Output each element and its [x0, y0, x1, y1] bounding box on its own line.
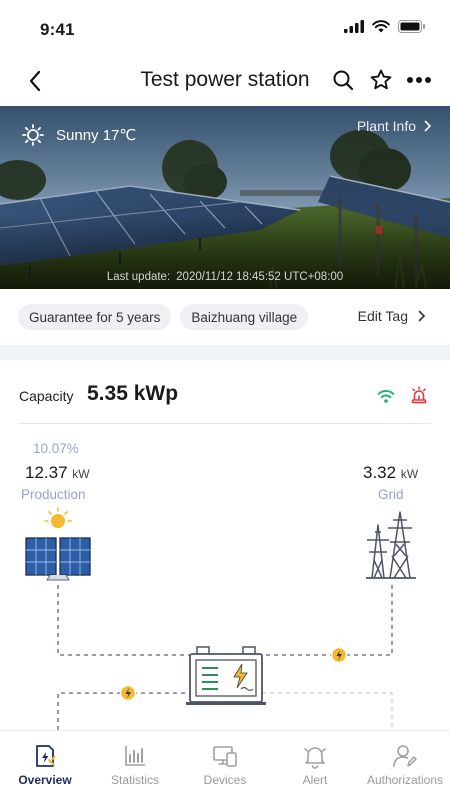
production-number: 12.37: [25, 463, 68, 482]
transmission-tower-icon: [366, 511, 416, 579]
section-separator: [0, 345, 450, 360]
statistics-icon: [125, 746, 145, 766]
tab-alert[interactable]: Alert: [270, 731, 360, 800]
tab-devices[interactable]: Devices: [180, 731, 270, 800]
cellular-signal-icon: [344, 20, 364, 33]
last-update-label: Last update:: [106, 271, 171, 283]
last-update-text: Last update: 2020/11/12 18:45:52 UTC+08:0…: [0, 271, 450, 283]
devices-icon: [213, 746, 237, 767]
battery-icon: [398, 20, 425, 33]
capacity-row: Capacity 5.35 kWp: [0, 360, 450, 426]
search-button[interactable]: [330, 67, 356, 93]
production-value: 12.37 kW: [25, 463, 90, 483]
flow-line-idle: [262, 692, 393, 730]
chevron-right-icon: [418, 310, 426, 322]
overview-icon: [36, 745, 56, 767]
production-unit: kW: [72, 467, 90, 481]
authorizations-icon: [393, 745, 417, 767]
tab-overview[interactable]: Overview: [0, 731, 90, 800]
edit-tag-button[interactable]: Edit Tag: [358, 308, 426, 324]
more-button[interactable]: [406, 67, 432, 93]
alert-bell-icon: [304, 747, 326, 769]
wifi-status-icon: [372, 20, 390, 33]
more-dots-icon: [407, 77, 431, 83]
tab-authorizations-label: Authorizations: [366, 773, 444, 787]
edit-tag-label: Edit Tag: [357, 308, 408, 324]
chevron-left-icon: [29, 70, 41, 92]
divider: [19, 423, 431, 424]
status-time: 9:41: [40, 20, 75, 39]
capacity-value: 5.35 kWp: [87, 382, 179, 405]
page-title: Test power station: [140, 68, 310, 91]
tab-statistics-label: Statistics: [110, 773, 159, 787]
tab-statistics[interactable]: Statistics: [90, 731, 180, 800]
production-percent: 10.07%: [33, 441, 79, 456]
last-update-value: 2020/11/12 18:45:52 UTC+08:00: [176, 271, 344, 283]
status-bar: 9:41: [0, 0, 450, 56]
header-actions: [330, 67, 432, 93]
wifi-online-icon[interactable]: [376, 388, 396, 403]
status-icons: [344, 20, 426, 33]
sun-weather-icon: [22, 124, 44, 146]
energy-flow-dot-icon: [330, 646, 348, 664]
navigation-bar: Test power station: [0, 56, 450, 106]
inverter-icon[interactable]: [186, 646, 266, 705]
tab-authorizations[interactable]: Authorizations: [360, 731, 450, 800]
weather-widget: Sunny 17℃: [22, 124, 136, 146]
grid-value: 3.32 kW: [363, 463, 418, 483]
tab-overview-label: Overview: [18, 773, 72, 787]
grid-unit: kW: [400, 467, 419, 481]
tag-chip[interactable]: Baizhuang village: [180, 304, 309, 330]
energy-flow-dot-icon: [119, 684, 137, 702]
tags-row: Guarantee for 5 years Baizhuang village …: [0, 289, 450, 345]
plant-photo-banner: Sunny 17℃ Plant Info Last update: 2020/11…: [0, 106, 450, 289]
tab-devices-label: Devices: [203, 773, 247, 787]
plant-info-label: Plant Info: [356, 118, 416, 134]
star-icon: [370, 69, 392, 90]
search-icon: [333, 70, 354, 91]
capacity-label: Capacity: [19, 388, 74, 404]
back-button[interactable]: [20, 66, 50, 96]
weather-text: Sunny 17℃: [56, 127, 137, 144]
chevron-right-icon: [424, 120, 432, 132]
grid-number: 3.32: [363, 463, 397, 482]
energy-flow-diagram: [25, 507, 416, 730]
favorite-button[interactable]: [368, 67, 394, 93]
alarm-siren-icon[interactable]: [410, 386, 428, 404]
solar-panel-icon: [25, 507, 91, 581]
bottom-tab-bar: Overview Statistics Devices Alert Author…: [0, 730, 450, 800]
plant-info-link[interactable]: Plant Info: [357, 118, 432, 134]
tab-alert-label: Alert: [302, 773, 328, 787]
tag-chip[interactable]: Guarantee for 5 years: [18, 304, 172, 330]
status-indicators: [376, 386, 428, 404]
